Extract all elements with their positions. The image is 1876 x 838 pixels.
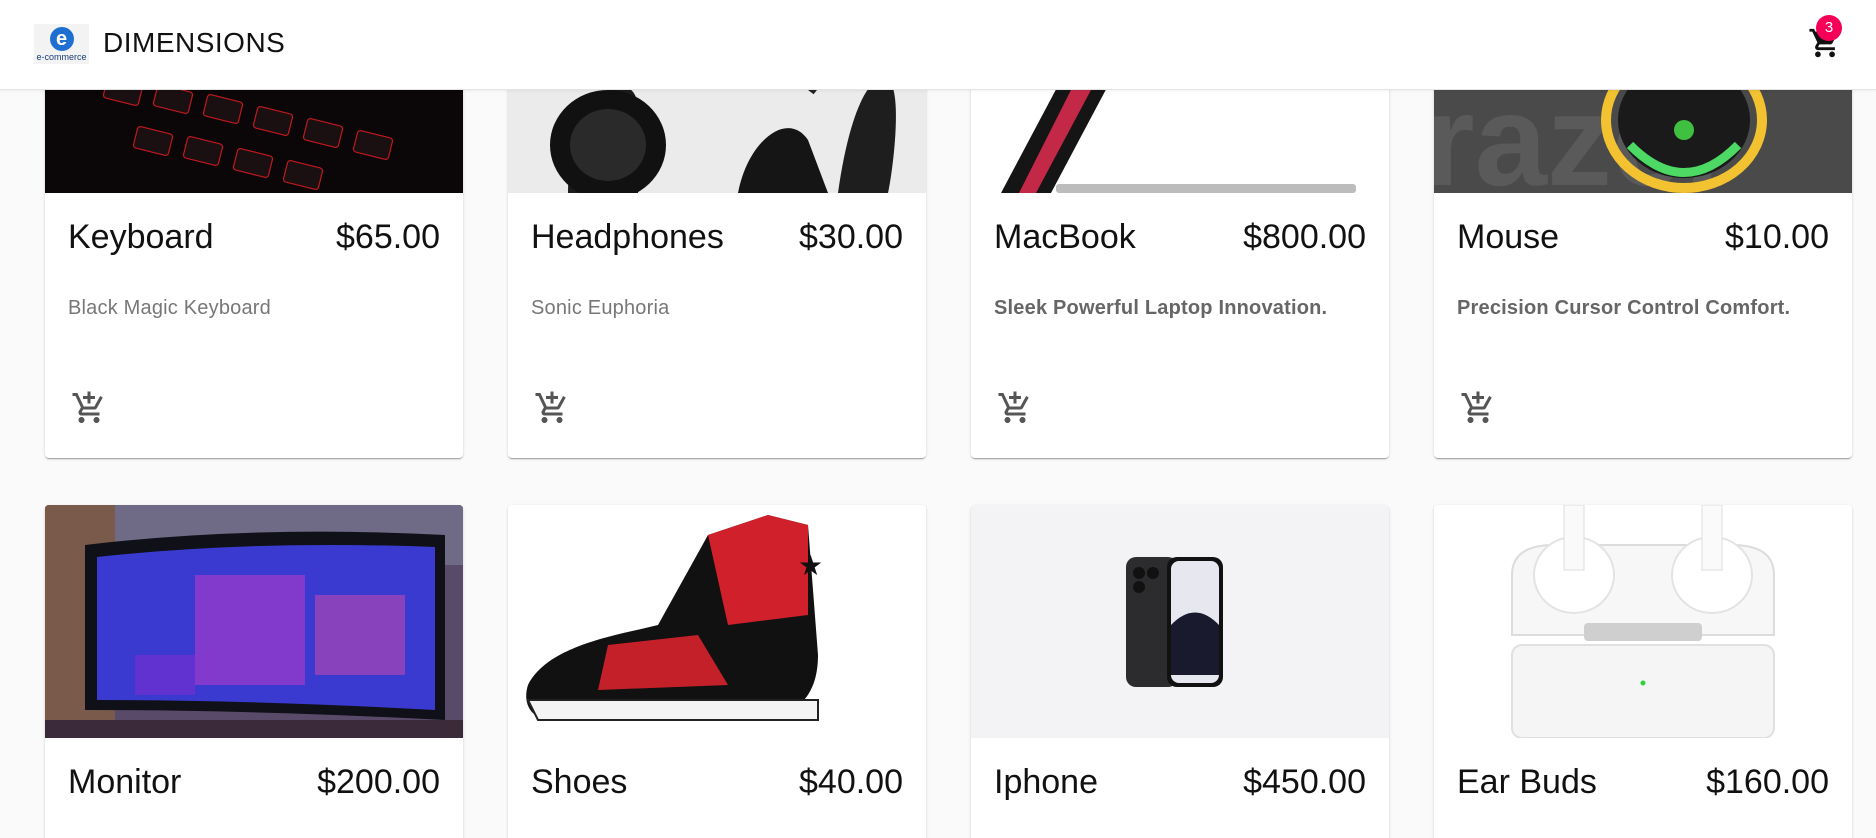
product-price: $10.00 xyxy=(1725,218,1829,256)
product-description: Sonic Euphoria xyxy=(531,297,670,319)
product-card-monitor: Monitor $200.00 xyxy=(45,505,463,838)
product-title: Keyboard xyxy=(68,218,214,256)
product-price: $450.00 xyxy=(1243,763,1366,801)
product-price: $40.00 xyxy=(799,763,903,801)
logo-text: e-commerce xyxy=(36,51,87,62)
add-to-cart-button[interactable] xyxy=(997,390,1035,428)
monitor-image xyxy=(45,505,463,738)
add-to-cart-button[interactable] xyxy=(1460,390,1498,428)
svg-text:★: ★ xyxy=(798,550,823,581)
logo-mark: e xyxy=(49,26,74,51)
product-price: $800.00 xyxy=(1243,218,1366,256)
product-price: $30.00 xyxy=(799,218,903,256)
cart-count-badge: 3 xyxy=(1816,15,1842,41)
add-to-cart-button[interactable] xyxy=(534,390,572,428)
product-title: Mouse xyxy=(1457,218,1560,256)
earbuds-image xyxy=(1434,505,1852,738)
product-title: Monitor xyxy=(68,763,182,801)
add-to-cart-button[interactable] xyxy=(71,390,109,428)
add-shopping-cart-icon xyxy=(1461,391,1492,423)
product-title: MacBook xyxy=(994,218,1136,256)
product-title: Iphone xyxy=(994,763,1098,801)
iphone-image xyxy=(971,505,1389,738)
product-card-iphone: Iphone $450.00 xyxy=(971,505,1389,838)
product-card-shoes: ★ Shoes $40.00 xyxy=(508,505,926,838)
product-title: Shoes xyxy=(531,763,628,801)
product-grid: Keyboard $65.00 Black Magic Keyboard Hea… xyxy=(0,0,1876,838)
shoes-image: ★ xyxy=(508,505,926,738)
product-card-earbuds: Ear Buds $160.00 xyxy=(1434,505,1852,838)
product-description: Precision Cursor Control Comfort. xyxy=(1457,297,1791,319)
product-price: $200.00 xyxy=(317,763,440,801)
product-description: Sleek Powerful Laptop Innovation. xyxy=(994,297,1328,319)
product-price: $160.00 xyxy=(1706,763,1829,801)
product-title: Headphones xyxy=(531,218,724,256)
brand-logo[interactable]: e e-commerce xyxy=(34,24,89,64)
product-price: $65.00 xyxy=(336,218,440,256)
add-shopping-cart-icon xyxy=(72,391,103,423)
app-bar: e e-commerce DIMENSIONS 3 xyxy=(0,0,1876,90)
add-shopping-cart-icon xyxy=(535,391,566,423)
product-title: Ear Buds xyxy=(1457,763,1597,801)
brand-title: DIMENSIONS xyxy=(103,27,286,58)
add-shopping-cart-icon xyxy=(998,391,1029,423)
product-description: Black Magic Keyboard xyxy=(68,297,271,319)
